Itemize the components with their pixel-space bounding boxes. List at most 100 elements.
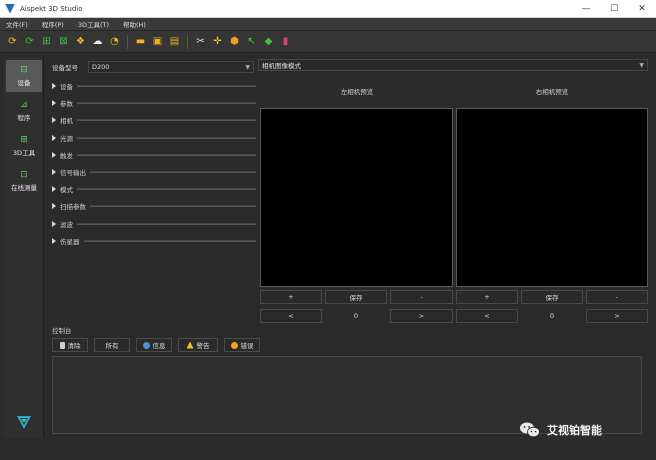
section-name: 设备 [60, 83, 73, 91]
console-filter-bar: 清除 所有 信息 警告 错误 [52, 338, 260, 352]
left-exposure-plus-button[interactable]: + [260, 290, 322, 304]
window-title: Aispekt 3D Studio [20, 4, 83, 13]
camera-save-icon[interactable]: ▣ [150, 34, 165, 49]
console-label: 控制台 [52, 327, 72, 335]
color-map-icon[interactable]: ▮ [278, 34, 293, 49]
left-camera-title: 左相机预览 [340, 88, 374, 96]
console-filter-2[interactable]: 信息 [136, 338, 172, 352]
section-header-4[interactable]: 触发 [52, 149, 256, 161]
camera-icon: ⊟ [20, 65, 28, 75]
chevron-down-icon: ▼ [245, 63, 250, 71]
expand-arrow-icon [52, 169, 56, 175]
maximize-button[interactable]: ☐ [600, 0, 628, 18]
toolbar: ⟳ ⟳ ⊞ ⊠ ❖ ☁ ◔ ▬ ▣ ▤ ✂ ✛ ⬢ ↖ ◆ ▮ [0, 31, 656, 53]
right-exposure-plus-button[interactable]: + [456, 290, 518, 304]
point-pick-icon[interactable]: ↖ [244, 34, 259, 49]
warning-icon [186, 341, 194, 349]
console-filter-3[interactable]: 警告 [178, 338, 218, 352]
right-prev-button[interactable]: < [456, 309, 518, 323]
section-header-0[interactable]: 设备 [52, 80, 256, 92]
expand-arrow-icon [52, 237, 56, 244]
measure-icon: ⊡ [20, 170, 28, 180]
left-exposure-minus-button[interactable]: - [390, 290, 453, 304]
studio-logo-icon [17, 416, 31, 429]
device-model-select[interactable]: D200 ▼ [88, 61, 254, 73]
expand-arrow-icon [52, 83, 56, 89]
console-filter-label: 所有 [105, 342, 119, 350]
crosshair-icon[interactable]: ✛ [210, 34, 225, 49]
section-header-5[interactable]: 信号输出 [52, 166, 256, 178]
close-button[interactable]: ✕ [628, 0, 656, 18]
sidebar-item-3[interactable]: ⊡ 在线测量 [6, 165, 42, 197]
section-header-1[interactable]: 参数 [52, 97, 256, 109]
device-model-row: 设备型号 D200 ▼ [52, 60, 256, 74]
expand-arrow-icon [52, 186, 56, 193]
section-name: 滤波 [60, 220, 73, 229]
menu-file[interactable]: 文件(F) [6, 19, 28, 29]
cloud-icon[interactable]: ☁ [90, 34, 105, 49]
section-divider [90, 205, 256, 208]
cycle-icon[interactable]: ◔ [107, 34, 122, 49]
menu-help[interactable]: 帮助(H) [123, 19, 146, 29]
left-frame-index: 0 [353, 312, 359, 320]
left-next-button[interactable]: > [390, 309, 453, 323]
view-mode-select[interactable]: 相机图像模式 ▼ [258, 59, 648, 71]
sidebar-item-1[interactable]: ⊿ 程序 [6, 95, 42, 127]
section-divider [77, 188, 256, 191]
clear-icon [59, 341, 65, 349]
section-header-7[interactable]: 扫描参数 [52, 200, 256, 212]
section-divider [77, 119, 256, 122]
expand-arrow-icon [52, 220, 56, 227]
cluster-icon[interactable]: ❖ [73, 34, 88, 49]
green-cube-icon[interactable]: ◆ [261, 34, 276, 49]
chevron-down-icon: ▼ [639, 61, 644, 69]
grid-scan-icon[interactable]: ⊠ [56, 34, 71, 49]
refresh-green-icon[interactable]: ⟳ [22, 34, 37, 49]
right-exposure-minus-button[interactable]: - [586, 290, 648, 304]
right-next-button[interactable]: > [586, 309, 648, 323]
console-filter-0[interactable]: 清除 [52, 338, 88, 352]
refresh-yellow-icon[interactable]: ⟳ [5, 34, 20, 49]
sidebar-item-0[interactable]: ⊟ 设备 [6, 60, 42, 92]
right-camera-title: 右相机预览 [535, 88, 569, 96]
save-icon[interactable]: ▤ [167, 34, 182, 49]
section-header-3[interactable]: 光源 [52, 132, 256, 144]
sidebar-item-2[interactable]: ⊞ 3D工具 [6, 130, 42, 162]
section-divider [77, 102, 256, 105]
scissors-icon[interactable]: ✂ [193, 34, 208, 49]
minimize-button[interactable]: — [572, 0, 600, 18]
right-save-button[interactable]: 保存 [521, 290, 583, 304]
wechat-icon [520, 422, 540, 438]
menu-program[interactable]: 程序(P) [42, 19, 64, 29]
left-prev-button[interactable]: < [260, 309, 322, 323]
section-header-2[interactable]: 相机 [52, 114, 256, 126]
sidebar-item-label: 3D工具 [12, 149, 36, 157]
view-mode-value: 相机图像模式 [262, 62, 301, 70]
console-filter-1[interactable]: 所有 [94, 338, 130, 352]
console-filter-4[interactable]: 错误 [224, 338, 260, 352]
section-divider [77, 222, 256, 225]
expand-arrow-icon [52, 117, 56, 124]
section-name: 触发 [60, 151, 73, 160]
toolbar-separator [127, 34, 128, 49]
sidebar: ⊡ 在线测量 ⊞ 3D工具 ⊿ 程序 ⊟ 设备 [4, 58, 44, 438]
cube-icon[interactable]: ⬢ [227, 34, 242, 49]
device-model-value: D200 [92, 63, 110, 71]
section-name: 相机 [60, 117, 73, 126]
section-header-9[interactable]: 伤星器 [52, 235, 256, 247]
right-frame-index: 0 [549, 312, 555, 320]
section-header-8[interactable]: 滤波 [52, 218, 256, 230]
device-model-label: 设备型号 [52, 64, 78, 72]
parameter-panel: 设备型号 D200 ▼ 设备参数相机光源触发信号输出模式扫描参数滤波伤星器 [48, 58, 256, 320]
info-icon [142, 341, 150, 349]
right-camera-preview[interactable] [456, 108, 648, 287]
section-name: 光源 [60, 134, 73, 143]
left-camera-preview[interactable] [260, 108, 453, 287]
grid-select-icon[interactable]: ⊞ [39, 34, 54, 49]
folder-icon[interactable]: ▬ [133, 34, 148, 49]
title-bar: Aispekt 3D Studio — ☐ ✕ [0, 0, 656, 18]
expand-arrow-icon [52, 151, 56, 158]
section-header-6[interactable]: 模式 [52, 183, 256, 195]
menu-3d-tools[interactable]: 3D工具(T) [78, 19, 109, 29]
left-save-button[interactable]: 保存 [325, 290, 387, 304]
